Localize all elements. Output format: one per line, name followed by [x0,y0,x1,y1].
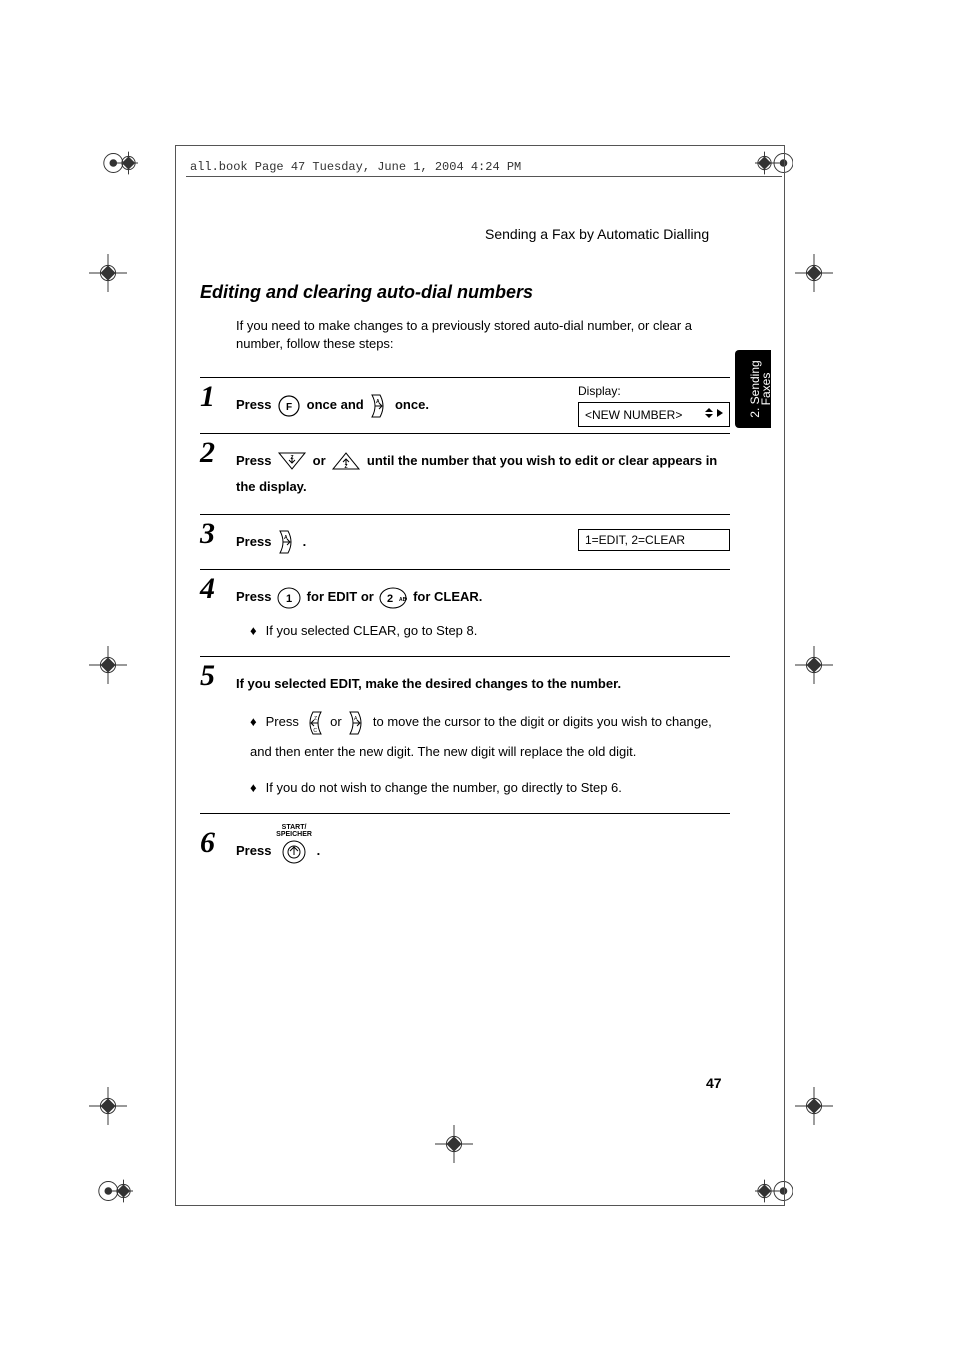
right-arrow-key-icon: A [347,710,367,736]
keypad-2-icon: 2 ABC [379,586,407,610]
lcd-display: 1=EDIT, 2=CLEAR [578,529,730,551]
crop-mark-icon [795,646,833,684]
bullet-icon: ♦ [250,777,258,799]
step-number: 6 [200,826,215,860]
svg-text:A: A [376,399,380,405]
text: Press [236,397,275,412]
right-arrow-key-icon: A [369,393,389,419]
running-head: Sending a Fax by Automatic Dialling [485,226,709,242]
bullet-icon: ♦ [250,620,258,642]
updown-right-icon [705,406,723,423]
page-content: Editing and clearing auto-dial numbers I… [200,282,730,879]
step-number: 1 [200,380,215,414]
function-key-icon: F [277,394,301,418]
sub-text: or [330,714,345,729]
crop-mark-icon [795,254,833,292]
text: Press [236,589,275,604]
sub-text: If you do not wish to change the number,… [266,780,622,795]
crop-mark-icon [89,646,127,684]
text: for EDIT or [307,589,378,604]
start-key-label: START/SPEICHER [276,824,312,838]
bullet-icon: ♦ [250,707,258,737]
crop-mark-icon [795,1087,833,1125]
lcd-text: <NEW NUMBER> [585,408,682,422]
text: Press [236,534,275,549]
crop-mark-icon [89,1087,127,1125]
step-6: 6 Press START/SPEICHER . [200,814,730,879]
lcd-text: 1=EDIT, 2=CLEAR [585,533,685,547]
step-number: 5 [200,659,215,693]
step-2: 2 Press Z or Z until the number that you… [200,434,730,515]
step-number: 3 [200,517,215,551]
svg-text:Z: Z [314,716,317,722]
section-title: Editing and clearing auto-dial numbers [200,282,730,303]
sub-text: If you selected CLEAR, go to Step 8. [266,623,478,638]
svg-text:C: C [314,728,318,734]
text: Press [236,453,275,468]
tab-line-2: Faxes [759,373,773,406]
text: once and [307,397,368,412]
step-3: 3 Press A . 1=EDIT, 2=CLEAR [200,515,730,571]
svg-text:A: A [284,535,288,541]
crop-mark-icon [89,254,127,292]
text: . [317,843,321,858]
display-label: Display: [578,384,730,398]
lcd-display: <NEW NUMBER> [578,402,730,427]
left-arrow-key-icon: ZC [304,710,324,736]
text: If you selected EDIT, make the desired c… [236,676,621,691]
intro-paragraph: If you need to make changes to a previou… [236,317,730,353]
step-5: 5 If you selected EDIT, make the desired… [200,657,730,814]
svg-text:Z: Z [291,455,294,461]
page-number: 47 [706,1075,722,1091]
book-stamp: all.book Page 47 Tuesday, June 1, 2004 4… [190,160,521,174]
crop-mark-icon [95,1172,133,1210]
step-number: 4 [200,572,215,606]
svg-text:1: 1 [286,593,292,605]
up-key-icon: Z [331,451,361,471]
keypad-1-icon: 1 [277,586,301,610]
down-key-icon: Z [277,451,307,471]
svg-text:ABC: ABC [399,597,407,603]
crop-mark-icon [100,144,138,182]
text: Press [236,843,275,858]
right-arrow-key-icon: A [277,529,297,555]
step-number: 2 [200,436,215,470]
text: or [313,453,330,468]
header-line [186,176,782,177]
chapter-tab: 2. Sending Faxes [735,350,771,428]
svg-text:F: F [286,402,292,413]
step-1: 1 Press F once and A once. Display: <NEW… [200,377,730,434]
text: until the number that you wish to edit o… [236,453,717,494]
text: once. [395,397,429,412]
svg-text:Z: Z [345,464,348,470]
step-4: 4 Press 1 for EDIT or 2ABC for CLEAR. ♦ … [200,570,730,657]
text: . [303,534,307,549]
sub-text: Press [266,714,303,729]
text: for CLEAR. [413,589,482,604]
svg-text:2: 2 [387,593,393,605]
start-key-icon [281,839,307,865]
